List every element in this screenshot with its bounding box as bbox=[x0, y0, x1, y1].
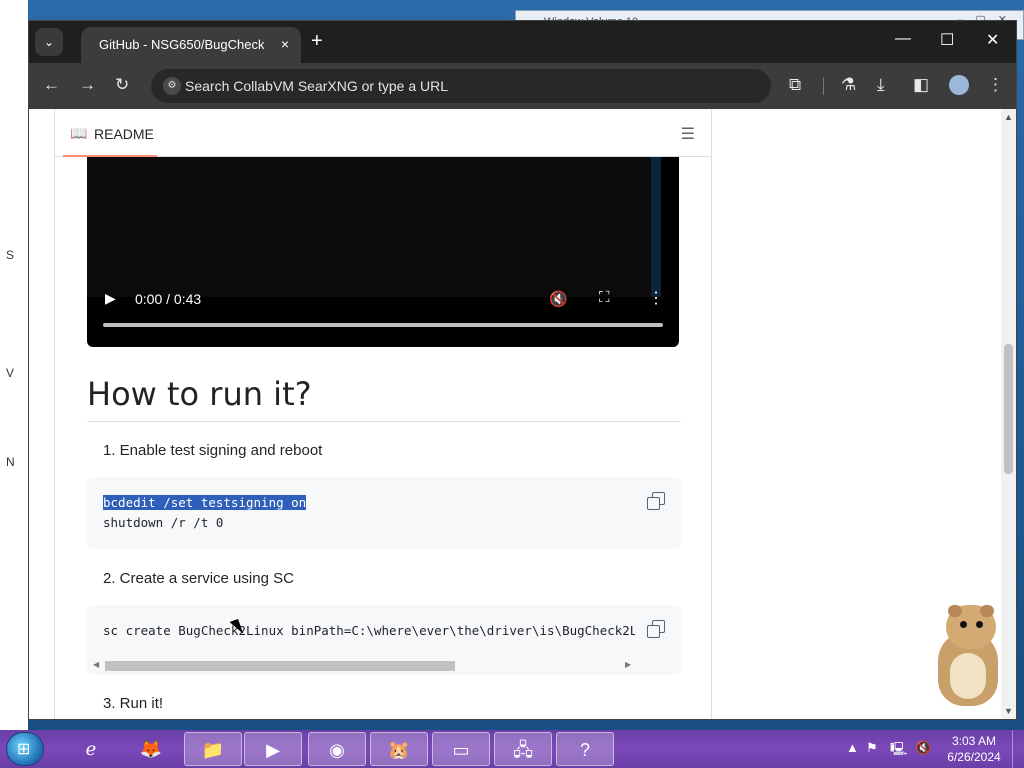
code-block-2: sc create BugCheck2Linux binPath=C:\wher… bbox=[87, 605, 681, 675]
play-icon[interactable]: ▶ bbox=[105, 290, 116, 307]
copy-icon[interactable] bbox=[647, 492, 665, 510]
reload-icon[interactable]: ↻ bbox=[115, 75, 129, 95]
step-3-label: 3. Run it! bbox=[103, 695, 164, 712]
video-frame bbox=[87, 157, 661, 297]
show-hidden-icons-arrow[interactable]: ▲ bbox=[846, 740, 859, 755]
code-line[interactable]: sc create BugCheck2Linux binPath=C:\wher… bbox=[103, 621, 635, 641]
code-horizontal-scrollbar[interactable]: ◀ ▶ bbox=[91, 659, 639, 671]
hamster-eye bbox=[976, 621, 983, 628]
clock-time: 3:03 AM bbox=[951, 734, 997, 748]
help-icon[interactable]: ? bbox=[556, 732, 614, 766]
forward-arrow-icon[interactable]: → bbox=[79, 75, 96, 95]
start-button[interactable]: ⊞ bbox=[6, 732, 44, 766]
tab-strip: ⌄ GitHub - NSG650/BugCheck2L × + — ☐ ✕ bbox=[29, 21, 1016, 63]
windows-logo-icon: ⊞ bbox=[17, 741, 31, 758]
network-tool-icon[interactable]: 🖧 bbox=[494, 732, 552, 766]
video-time: 0:00 / 0:43 bbox=[135, 291, 202, 307]
edge-letter: V bbox=[6, 366, 15, 380]
step-1-label: 1. Enable test signing and reboot bbox=[103, 442, 323, 459]
taskbar: ⊞ ℯ 🦊 📁 ▶ ◉ 🐹 ▭ 🖧 ? ▲ ⚑ 🖳 🔇 3:03 AM 6/26… bbox=[0, 730, 1024, 768]
video-more-icon[interactable]: ⋮ bbox=[648, 288, 664, 308]
side-panel-icon[interactable]: ◧ bbox=[913, 75, 929, 95]
bonzi-app-icon[interactable]: 🐹 bbox=[370, 732, 428, 766]
system-clock[interactable]: 3:03 AM 6/26/2024 bbox=[944, 733, 1004, 765]
show-desktop-button[interactable] bbox=[1012, 730, 1024, 768]
scrollbar-thumb[interactable] bbox=[1004, 344, 1013, 474]
site-info-icon[interactable]: ⚙ bbox=[163, 77, 181, 95]
edge-letter: N bbox=[6, 455, 15, 469]
heading-divider bbox=[87, 421, 681, 422]
hamster-eye bbox=[960, 621, 967, 628]
code-line[interactable]: bcdedit /set testsigning on bbox=[103, 493, 307, 513]
code-block-1: bcdedit /set testsigning on shutdown /r … bbox=[87, 477, 681, 549]
tab-title: GitHub - NSG650/BugCheck2L bbox=[99, 37, 264, 52]
network-icon[interactable]: 🖳 bbox=[890, 740, 907, 762]
close-window-button[interactable]: ✕ bbox=[986, 30, 999, 50]
volume-muted-icon[interactable]: 🔇 bbox=[915, 740, 931, 756]
media-player-icon[interactable]: ▶ bbox=[244, 732, 302, 766]
internet-explorer-icon[interactable]: ℯ bbox=[62, 732, 120, 766]
extensions-icon[interactable]: ⧉ bbox=[789, 75, 801, 95]
address-bar-placeholder: Search CollabVM SearXNG or type a URL bbox=[185, 78, 448, 94]
selected-code-text: bcdedit /set testsigning on bbox=[103, 495, 307, 510]
browser-window: ⌄ GitHub - NSG650/BugCheck2L × + — ☐ ✕ ←… bbox=[28, 20, 1017, 720]
hamster-head bbox=[946, 605, 996, 649]
mute-icon[interactable]: 🔇 bbox=[549, 290, 568, 308]
tab-github[interactable]: GitHub - NSG650/BugCheck2L × bbox=[81, 27, 301, 63]
tab-close-button[interactable]: × bbox=[281, 36, 289, 52]
tab-search-button[interactable]: ⌄ bbox=[35, 28, 63, 56]
hamster-assistant[interactable] bbox=[920, 603, 1010, 708]
new-tab-button[interactable]: + bbox=[311, 30, 323, 53]
profile-avatar[interactable] bbox=[949, 75, 969, 95]
labs-flask-icon[interactable]: ⚗ bbox=[841, 75, 856, 95]
address-bar[interactable]: ⚙ Search CollabVM SearXNG or type a URL bbox=[151, 69, 771, 103]
video-player[interactable]: ▶ 0:00 / 0:43 🔇 ⛶ ⋮ bbox=[87, 157, 679, 347]
section-heading: How to run it? bbox=[87, 375, 312, 413]
action-center-flag-icon[interactable]: ⚑ bbox=[866, 740, 878, 756]
outline-list-icon[interactable]: ☰ bbox=[681, 124, 695, 144]
page-viewport: 📖 README ☰ ▶ 0:00 / 0:43 🔇 ⛶ ⋮ How to ru… bbox=[29, 109, 1016, 719]
step-2-label: 2. Create a service using SC bbox=[103, 570, 294, 587]
hamster-belly bbox=[950, 653, 986, 699]
maximize-button[interactable]: ☐ bbox=[940, 30, 954, 50]
readme-tab-label: README bbox=[94, 126, 154, 142]
scrollbar-thumb[interactable] bbox=[105, 661, 455, 671]
back-arrow-icon[interactable]: ← bbox=[43, 75, 60, 95]
clock-date: 6/26/2024 bbox=[947, 750, 1001, 764]
fullscreen-icon[interactable]: ⛶ bbox=[599, 289, 610, 306]
edge-letter: S bbox=[6, 248, 15, 262]
toolbar-separator bbox=[823, 77, 824, 95]
download-icon[interactable]: ⤓ bbox=[877, 75, 885, 95]
scroll-up-arrow-icon[interactable]: ▲ bbox=[1004, 112, 1013, 122]
hamster-ear bbox=[948, 605, 962, 617]
scroll-right-arrow-icon[interactable]: ▶ bbox=[625, 660, 631, 669]
code-line[interactable]: shutdown /r /t 0 bbox=[103, 513, 223, 533]
chevron-down-icon: ⌄ bbox=[43, 35, 55, 49]
kebab-menu-icon[interactable]: ⋮ bbox=[987, 75, 1004, 95]
chrome-taskbar-icon[interactable]: ◉ bbox=[308, 732, 366, 766]
video-seek-bar[interactable] bbox=[103, 323, 663, 327]
book-icon: 📖 bbox=[70, 125, 88, 141]
copy-icon[interactable] bbox=[647, 620, 665, 638]
file-explorer-icon[interactable]: 📁 bbox=[184, 732, 242, 766]
tab-readme[interactable]: 📖 README bbox=[63, 109, 157, 157]
browser-toolbar: ← → ↻ ⚙ Search CollabVM SearXNG or type … bbox=[29, 63, 1016, 109]
command-prompt-icon[interactable]: ▭ bbox=[432, 732, 490, 766]
minimize-button[interactable]: — bbox=[895, 30, 911, 48]
hamster-ear bbox=[980, 605, 994, 617]
desktop-left-strip: S V N bbox=[0, 0, 28, 730]
scroll-left-arrow-icon[interactable]: ◀ bbox=[93, 660, 99, 669]
readme-header: 📖 README ☰ bbox=[55, 109, 711, 157]
firefox-icon[interactable]: 🦊 bbox=[122, 732, 180, 766]
readme-column: 📖 README ☰ ▶ 0:00 / 0:43 🔇 ⛶ ⋮ How to ru… bbox=[54, 109, 712, 719]
